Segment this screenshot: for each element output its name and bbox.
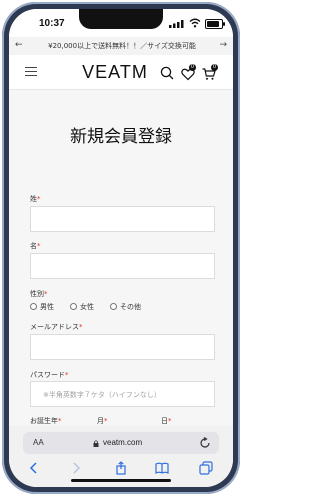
- forward-icon[interactable]: [69, 461, 83, 475]
- promo-bar: ← ¥20,000以上で送料無料！！／サイズ交換可能 →: [9, 37, 233, 56]
- battery-icon: [205, 19, 225, 29]
- password-placeholder: ※半角英数字７ケタ（ハイフンなし）: [43, 391, 161, 399]
- bookmarks-icon[interactable]: [155, 461, 169, 475]
- status-bar: 10:37: [9, 9, 233, 37]
- status-time: 10:37: [39, 18, 65, 29]
- url-text[interactable]: veatm.com: [103, 438, 142, 447]
- email-field[interactable]: [30, 334, 215, 360]
- arrow-right-icon[interactable]: →: [219, 40, 227, 50]
- gender-female-label[interactable]: 女性: [80, 302, 94, 312]
- cart-count-badge: 0: [211, 64, 218, 71]
- reload-icon[interactable]: [199, 437, 211, 449]
- text-size-button[interactable]: AA: [33, 438, 44, 447]
- tabs-icon[interactable]: [199, 461, 213, 475]
- password-field[interactable]: ※半角英数字７ケタ（ハイフンなし）: [30, 381, 215, 407]
- screen: 10:37 ← ¥20,000以上で送料無料！！／サイズ交換可能 → VEATM…: [9, 9, 233, 487]
- promo-text[interactable]: ¥20,000以上で送料無料！！／サイズ交換可能: [29, 41, 215, 51]
- phone-frame: 10:37 ← ¥20,000以上で送料無料！！／サイズ交換可能 → VEATM…: [2, 2, 240, 494]
- birth-year-label: お誕生年*: [30, 417, 62, 425]
- gender-male-label[interactable]: 男性: [40, 302, 54, 312]
- gender-radio-group: 男性 女性 その他: [30, 301, 215, 313]
- gender-male-radio[interactable]: [30, 303, 37, 310]
- arrow-left-icon[interactable]: ←: [15, 40, 23, 50]
- back-icon[interactable]: [27, 461, 41, 475]
- gender-other-label[interactable]: その他: [120, 302, 141, 312]
- share-icon[interactable]: [114, 461, 128, 475]
- gender-options: 男性 女性 その他 メールアドレス* パスワード* ※半角英数字７ケタ（ハイフン…: [9, 90, 233, 426]
- favorites-button[interactable]: 0: [181, 64, 196, 81]
- home-indicator: [71, 479, 171, 482]
- lock-icon: [93, 440, 99, 447]
- email-label: メールアドレス*: [30, 323, 83, 331]
- birth-month-label: 月*: [97, 417, 108, 425]
- browser-toolbar: [9, 457, 233, 481]
- site-logo[interactable]: VEATM: [73, 62, 157, 83]
- signal-icon: [169, 20, 184, 28]
- gender-female-radio[interactable]: [70, 303, 77, 310]
- address-bar[interactable]: AA veatm.com: [23, 432, 219, 454]
- gender-other-radio[interactable]: [110, 303, 117, 310]
- favorites-count-badge: 0: [189, 64, 196, 71]
- search-icon[interactable]: [160, 66, 174, 80]
- site-header: VEATM 0 0: [9, 55, 233, 90]
- notch: [79, 9, 163, 29]
- password-label: パスワード*: [30, 371, 69, 379]
- browser-bottom-bar: AA veatm.com: [9, 426, 233, 487]
- birth-day-label: 日*: [161, 417, 172, 425]
- menu-icon[interactable]: [25, 67, 37, 77]
- cart-button[interactable]: 0: [202, 64, 218, 80]
- wifi-icon: [189, 18, 201, 28]
- battery-fill: [207, 21, 219, 27]
